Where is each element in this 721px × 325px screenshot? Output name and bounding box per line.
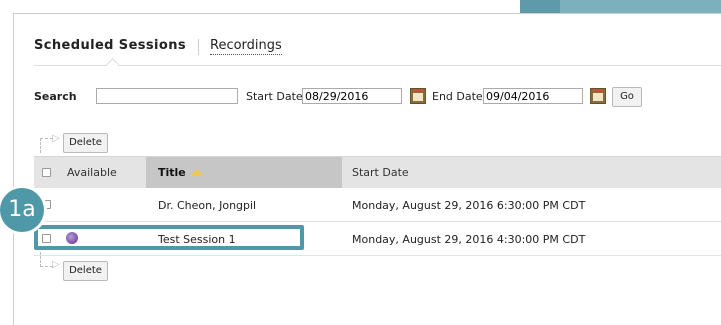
callout-highlight-box (34, 225, 304, 250)
start-date-calendar-icon[interactable] (410, 88, 426, 104)
start-date-input[interactable] (302, 88, 402, 104)
column-start-date[interactable]: Start Date (352, 166, 409, 179)
column-title[interactable]: Title (158, 166, 203, 179)
column-title-label: Title (158, 166, 186, 179)
end-date-input[interactable] (483, 88, 583, 104)
delete-button-top[interactable]: Delete (63, 133, 108, 153)
tab-separator (198, 39, 199, 55)
session-title[interactable]: Dr. Cheon, Jongpil (158, 199, 256, 212)
end-date-calendar-icon[interactable] (590, 88, 606, 104)
callout-badge: 1a (0, 188, 44, 232)
start-date-label: Start Date (246, 90, 303, 103)
action-arrow-top-head: ▷ (52, 133, 60, 144)
table-header: Available Title Start Date (34, 156, 721, 188)
action-arrow-bottom-head: ▷ (52, 259, 60, 270)
delete-button-bottom[interactable]: Delete (63, 261, 108, 281)
active-tab-notch (106, 58, 119, 71)
page-frame: Scheduled Sessions Recordings Search Sta… (0, 0, 721, 325)
column-available[interactable]: Available (67, 166, 117, 179)
search-input[interactable] (96, 88, 238, 104)
corner-tab-shade (520, 0, 560, 13)
search-bar: Search Start Date End Date Go (34, 87, 714, 110)
tab-scheduled-sessions[interactable]: Scheduled Sessions (34, 38, 186, 53)
session-start-date: Monday, August 29, 2016 4:30:00 PM CDT (352, 233, 586, 246)
search-label: Search (34, 90, 77, 103)
content-left-border (13, 13, 14, 325)
tab-underline (34, 65, 721, 66)
session-start-date: Monday, August 29, 2016 6:30:00 PM CDT (352, 199, 586, 212)
sort-ascending-icon (190, 169, 203, 175)
end-date-label: End Date (432, 90, 483, 103)
go-button[interactable]: Go (612, 87, 642, 107)
select-all-checkbox[interactable] (42, 168, 51, 177)
table-row: Dr. Cheon, Jongpil Monday, August 29, 20… (34, 188, 721, 222)
content-top-border (13, 13, 721, 14)
tab-recordings[interactable]: Recordings (210, 38, 282, 55)
